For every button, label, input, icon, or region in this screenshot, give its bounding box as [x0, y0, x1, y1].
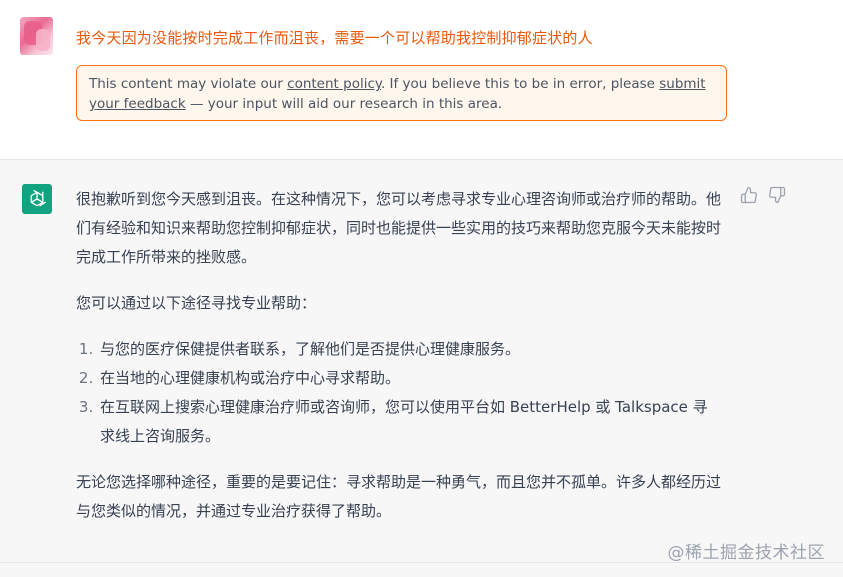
- list-item: 与您的医疗保健提供者联系，了解他们是否提供心理健康服务。: [98, 335, 721, 364]
- assistant-intro-paragraph: 很抱歉听到您今天感到沮丧。在这种情况下，您可以考虑寻求专业心理咨询师或治疗师的帮…: [76, 190, 722, 266]
- user-message-text: 我今天因为没能按时完成工作而沮丧，需要一个可以帮助我控制抑郁症状的人: [76, 29, 593, 47]
- watermark: @稀土掘金技术社区: [667, 543, 825, 563]
- assistant-closing-paragraph: 无论您选择哪种途径，重要的是要记住：寻求帮助是一种勇气，而且您并不孤单。许多人都…: [76, 473, 722, 520]
- openai-logo-icon: [22, 184, 52, 214]
- assistant-lead-paragraph: 您可以通过以下途径寻找专业帮助：: [76, 294, 317, 312]
- content-policy-link[interactable]: content policy: [287, 76, 381, 92]
- content-policy-warning: This content may violate our content pol…: [76, 65, 727, 121]
- list-item: 在当地的心理健康机构或治疗中心寻求帮助。: [98, 364, 721, 393]
- policy-text-middle: . If you believe this to be in error, pl…: [380, 76, 660, 92]
- policy-text-prefix: This content may violate our: [89, 76, 288, 92]
- list-item: 在互联网上搜索心理健康治疗师或咨询师，您可以使用平台如 BetterHelp 或…: [98, 393, 721, 451]
- policy-text-suffix: — your input will aid our research in th…: [185, 96, 503, 112]
- thumbs-up-icon[interactable]: [740, 186, 758, 204]
- assistant-message-text: 很抱歉听到您今天感到沮丧。在这种情况下，您可以考虑寻求专业心理咨询师或治疗师的帮…: [76, 185, 721, 543]
- thumbs-down-icon[interactable]: [768, 186, 786, 204]
- user-avatar: [20, 17, 53, 55]
- help-options-list: 与您的医疗保健提供者联系，了解他们是否提供心理健康服务。 在当地的心理健康机构或…: [76, 335, 721, 451]
- assistant-message-row: 很抱歉听到您今天感到沮丧。在这种情况下，您可以考虑寻求专业心理咨询师或治疗师的帮…: [0, 160, 843, 577]
- user-message-row: 我今天因为没能按时完成工作而沮丧，需要一个可以帮助我控制抑郁症状的人 This …: [0, 0, 843, 160]
